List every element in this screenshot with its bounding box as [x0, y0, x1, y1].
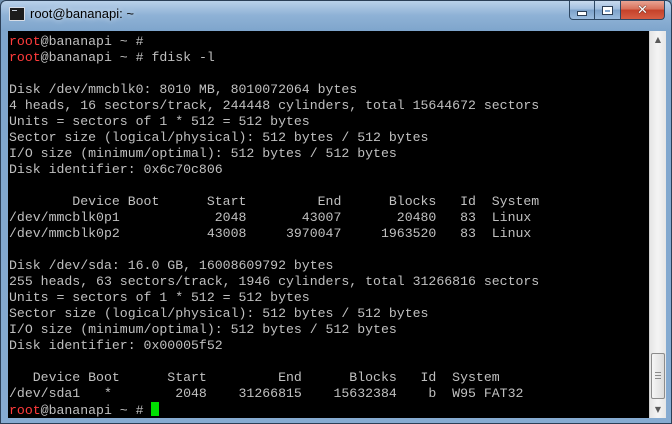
output-line: Disk identifier: 0x6c70c806 — [9, 162, 223, 177]
output-line: /dev/mmcblk0p2 43008 3970047 1963520 83 … — [9, 226, 532, 241]
output-line: Units = sectors of 1 * 512 = 512 bytes — [9, 114, 310, 129]
vertical-scrollbar[interactable]: ▲ ▼ — [649, 31, 666, 418]
title-bar[interactable]: root@bananapi: ~ ✕ — [1, 1, 671, 31]
minimize-icon — [577, 11, 587, 16]
text-cursor — [151, 402, 160, 416]
close-icon: ✕ — [637, 2, 648, 18]
prompt-line: root@bananapi ~ # fdisk -l — [9, 50, 539, 66]
output-line: /dev/sda1 * 2048 31266815 15632384 b W95… — [9, 386, 524, 401]
prompt-user: root — [9, 50, 41, 65]
prompt-user: root — [9, 403, 41, 418]
window-title: root@bananapi: ~ — [30, 6, 134, 21]
output-line: Sector size (logical/physical): 512 byte… — [9, 130, 429, 145]
output-line: /dev/mmcblk0p1 2048 43007 20480 83 Linux — [9, 210, 532, 225]
maximize-button[interactable] — [595, 1, 621, 20]
prompt-user: root — [9, 34, 41, 49]
output-line: Sector size (logical/physical): 512 byte… — [9, 306, 429, 321]
terminal-text: root@bananapi ~ # root@bananapi ~ # fdis… — [9, 34, 539, 418]
output-line: I/O size (minimum/optimal): 512 bytes / … — [9, 146, 397, 161]
scroll-down-arrow-icon: ▼ — [654, 405, 662, 414]
scroll-up-button[interactable]: ▲ — [650, 31, 666, 48]
scroll-down-button[interactable]: ▼ — [650, 401, 666, 418]
command-text: fdisk -l — [151, 50, 215, 65]
terminal-output-area[interactable]: root@bananapi ~ # root@bananapi ~ # fdis… — [8, 31, 649, 418]
scroll-up-arrow-icon: ▲ — [654, 35, 662, 44]
scrollbar-grip-icon — [655, 372, 661, 380]
output-line: Units = sectors of 1 * 512 = 512 bytes — [9, 290, 310, 305]
output-line: Disk /dev/sda: 16.0 GB, 16008609792 byte… — [9, 258, 334, 273]
close-button[interactable]: ✕ — [621, 1, 665, 20]
window-controls: ✕ — [569, 1, 665, 21]
prompt-line: root@bananapi ~ # — [9, 34, 539, 50]
output-line: 4 heads, 16 sectors/track, 244448 cylind… — [9, 98, 540, 113]
terminal-window: root@bananapi: ~ ✕ root@bananapi ~ # roo… — [0, 0, 672, 424]
output-line: Device Boot Start End Blocks Id System — [9, 194, 540, 209]
output-line: I/O size (minimum/optimal): 512 bytes / … — [9, 322, 397, 337]
minimize-button[interactable] — [569, 1, 595, 20]
prompt-host-path: @bananapi ~ # — [40, 50, 144, 65]
terminal-app-icon[interactable] — [9, 7, 25, 21]
prompt-host-path: @bananapi ~ # — [40, 34, 144, 49]
output-line: Disk /dev/mmcblk0: 8010 MB, 8010072064 b… — [9, 82, 358, 97]
prompt-host-path: @bananapi ~ # — [40, 403, 144, 418]
output-line: 255 heads, 63 sectors/track, 1946 cylind… — [9, 274, 540, 289]
prompt-line: root@bananapi ~ # — [9, 402, 539, 418]
scrollbar-thumb[interactable] — [651, 353, 665, 399]
output-line: Device Boot Start End Blocks Id System — [9, 370, 500, 385]
output-line: Disk identifier: 0x00005f52 — [9, 338, 223, 353]
maximize-icon — [603, 6, 612, 14]
window-bottom-border — [1, 418, 671, 424]
